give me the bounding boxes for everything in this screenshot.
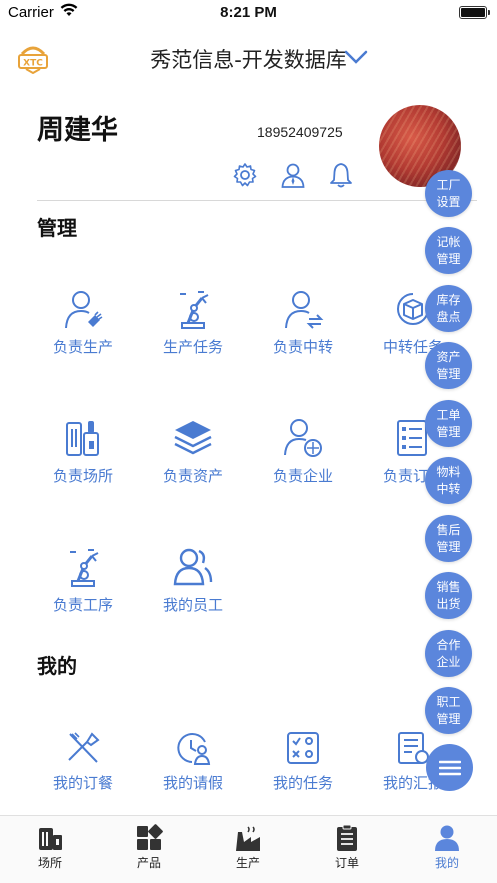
grid-item-wode-dingcan[interactable]: 我的订餐 xyxy=(28,730,138,793)
divider xyxy=(37,200,477,201)
user-tie-icon[interactable] xyxy=(279,161,307,189)
user-name: 周建华 xyxy=(37,115,118,146)
fab-factory-settings[interactable]: 工厂设置 xyxy=(425,170,472,217)
person-transfer-icon xyxy=(285,291,324,329)
grid-item-shengchan-renwu[interactable]: 生产任务 xyxy=(138,288,248,357)
app-header: XTC 秀范信息-开发数据库 xyxy=(0,36,497,82)
task-icon xyxy=(287,732,319,764)
user-phone: 18952409725 xyxy=(257,124,343,140)
grid-item-wode-yuangong[interactable]: 我的员工 xyxy=(138,546,248,615)
fork-knife-icon xyxy=(68,732,100,763)
grid-item-fuze-qiye[interactable]: 负责企业 xyxy=(248,417,358,486)
person-company-icon xyxy=(284,419,322,457)
fab-partners[interactable]: 合作企业 xyxy=(425,630,472,677)
robot-arm-icon xyxy=(70,549,99,587)
battery-icon xyxy=(459,6,490,19)
fab-accounting[interactable]: 记帐管理 xyxy=(425,227,472,274)
fab-staff[interactable]: 职工管理 xyxy=(425,687,472,734)
fab-after-sales[interactable]: 售后管理 xyxy=(425,515,472,562)
tab-shengchan[interactable]: 生产 xyxy=(208,824,288,871)
grid-item-fuze-gongxu[interactable]: 负责工序 xyxy=(28,546,138,615)
status-bar: Carrier 8:21 PM xyxy=(0,0,497,28)
factory-icon xyxy=(236,826,260,851)
clock: 8:21 PM xyxy=(220,4,277,21)
grid-item-fuze-shengchan[interactable]: 负责生产 xyxy=(28,288,138,357)
tab-changsuo[interactable]: 场所 xyxy=(10,824,90,871)
building-icon xyxy=(39,828,62,850)
report-icon xyxy=(398,732,429,764)
fab-inventory[interactable]: 库存盘点 xyxy=(425,285,472,332)
grid-item-wode-qingjia[interactable]: 我的请假 xyxy=(138,730,248,793)
tab-dingdan[interactable]: 订单 xyxy=(307,824,387,871)
layers-icon xyxy=(174,421,212,455)
grid-icon xyxy=(137,824,163,850)
fab-sales-shipping[interactable]: 销售出货 xyxy=(425,572,472,619)
person-production-icon xyxy=(65,291,103,329)
database-title[interactable]: 秀范信息-开发数据库 xyxy=(0,44,497,74)
chevron-down-icon[interactable] xyxy=(344,50,368,64)
grid-item-fuze-zichan[interactable]: 负责资产 xyxy=(138,417,248,486)
section-title-mine: 我的 xyxy=(37,654,77,678)
fab-work-orders[interactable]: 工单管理 xyxy=(425,400,472,447)
fab-material-transfer[interactable]: 物料中转 xyxy=(425,457,472,504)
staff-icon xyxy=(173,548,213,586)
tab-chanpin[interactable]: 产品 xyxy=(109,824,189,871)
gear-icon[interactable] xyxy=(231,161,259,189)
grid-item-fuze-zhongzhuan[interactable]: 负责中转 xyxy=(248,288,358,357)
menu-icon xyxy=(438,760,461,775)
bell-icon[interactable] xyxy=(327,161,355,189)
clipboard-icon xyxy=(337,824,357,851)
tab-wode[interactable]: 我的 xyxy=(407,824,487,871)
grid-item-fuze-changsuo[interactable]: 负责场所 xyxy=(28,417,138,486)
building-icon xyxy=(66,421,99,456)
section-title-manage: 管理 xyxy=(37,216,77,240)
grid-item-wode-renwu[interactable]: 我的任务 xyxy=(248,730,358,793)
robot-arm-icon xyxy=(180,291,209,329)
leave-icon xyxy=(177,733,211,765)
fab-assets[interactable]: 资产管理 xyxy=(425,342,472,389)
tab-bar: 场所 产品 生产 订单 我的 xyxy=(0,815,497,883)
menu-button[interactable] xyxy=(426,744,473,791)
user-icon xyxy=(435,825,459,851)
